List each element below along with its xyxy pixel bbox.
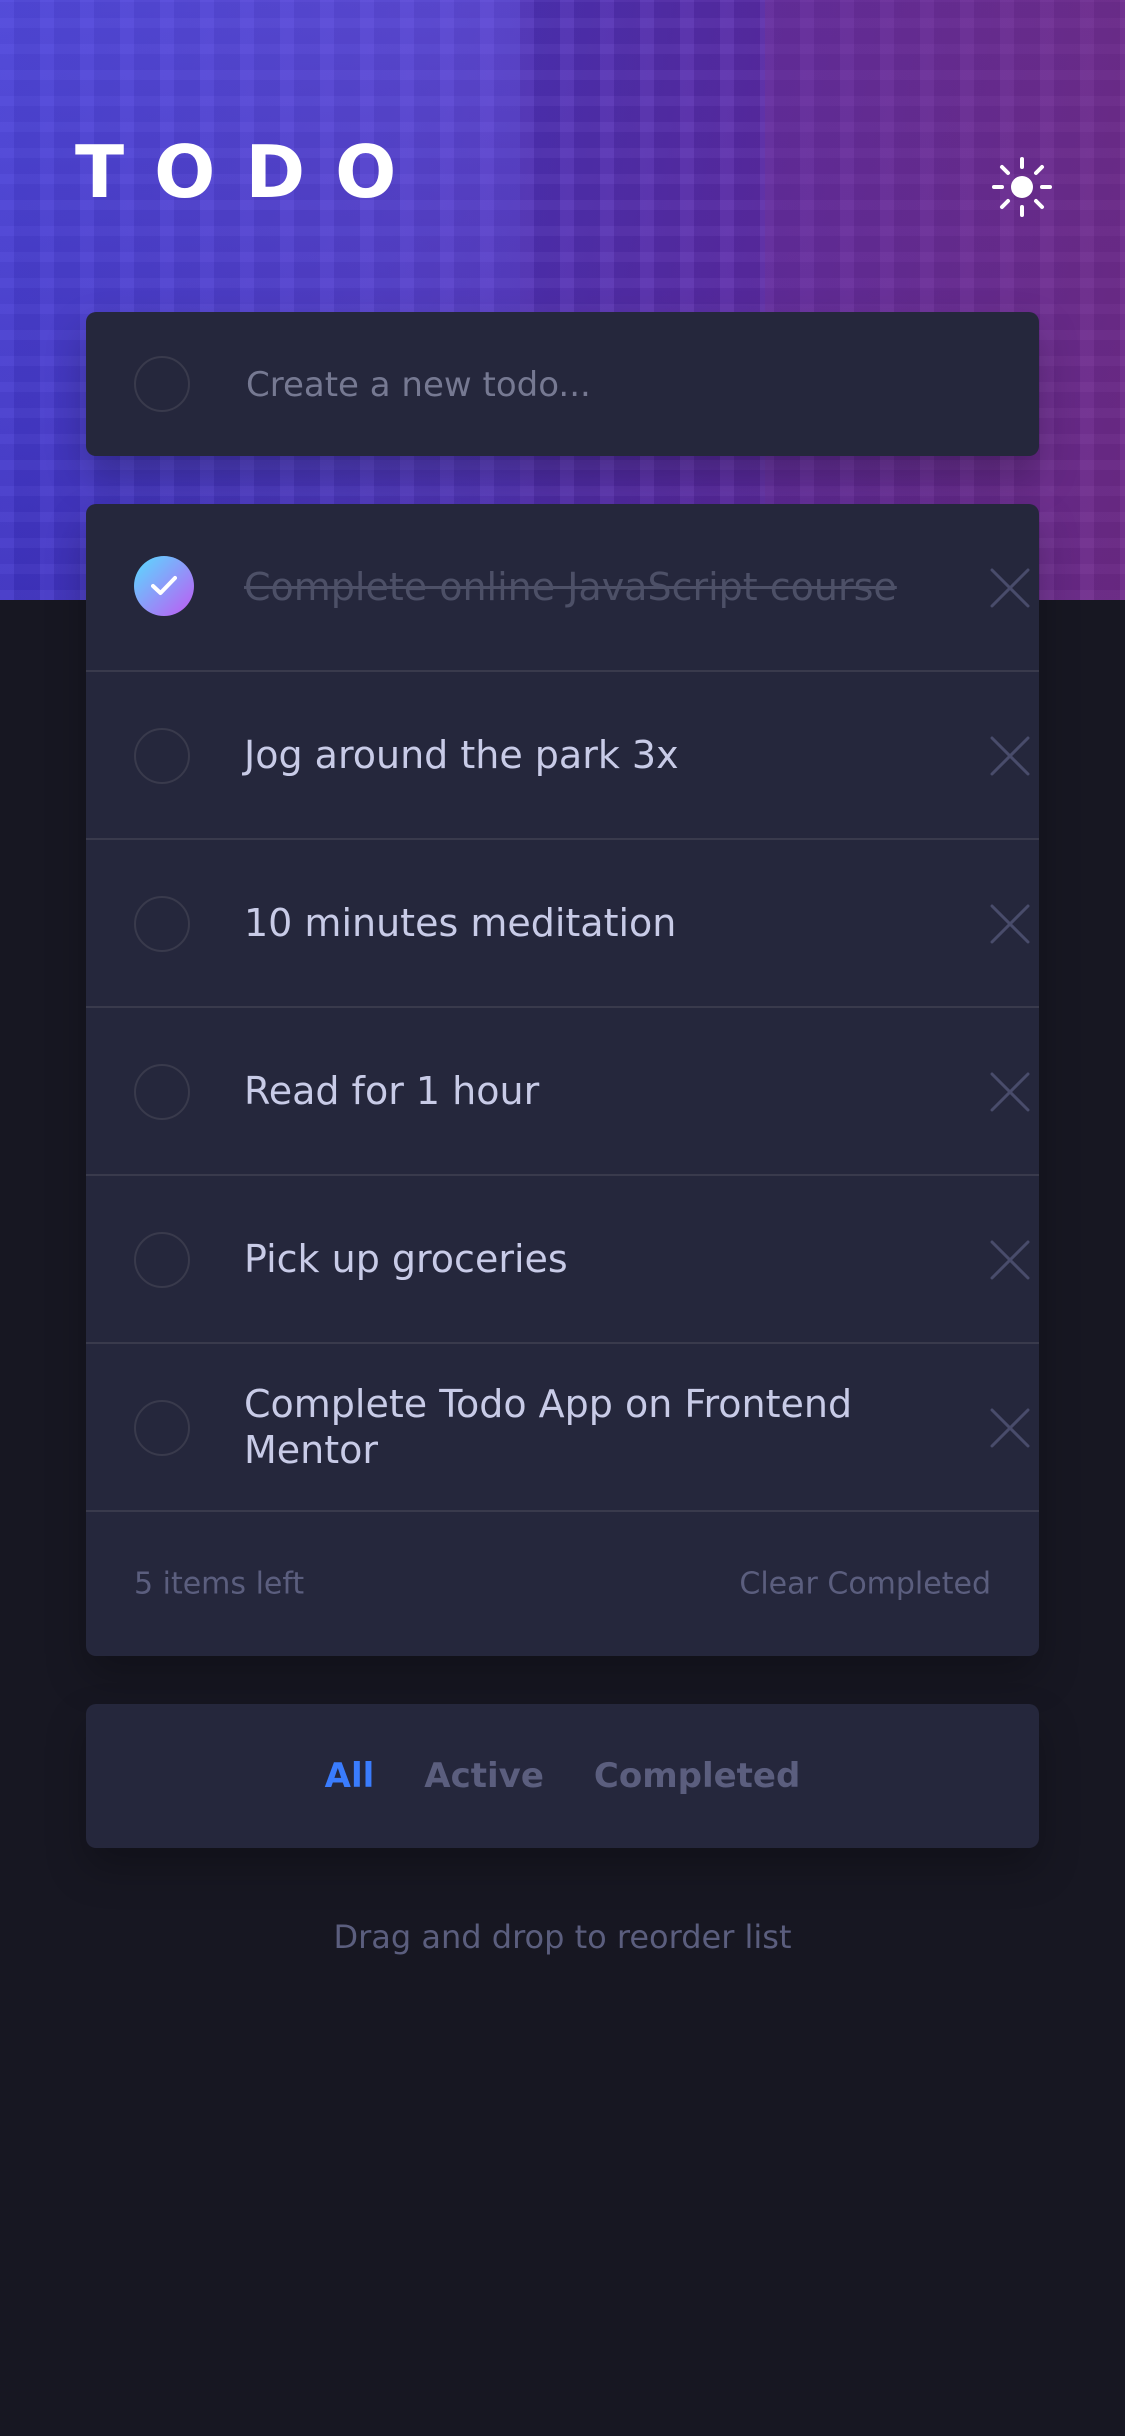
checkbox-checked[interactable]: [134, 556, 194, 616]
todo-item[interactable]: 10 minutes meditation: [86, 840, 1039, 1008]
close-icon[interactable]: [988, 734, 1032, 778]
close-icon[interactable]: [988, 1238, 1032, 1282]
filter-bar: All Active Completed: [86, 1704, 1039, 1848]
checkbox-unchecked[interactable]: [134, 728, 190, 784]
new-todo-circle-icon[interactable]: [134, 356, 190, 412]
close-icon[interactable]: [988, 902, 1032, 946]
todo-item[interactable]: Jog around the park 3x: [86, 672, 1039, 840]
filter-completed[interactable]: Completed: [594, 1756, 800, 1796]
todo-text: Complete Todo App on Frontend Mentor: [244, 1382, 853, 1472]
checkbox-unchecked[interactable]: [134, 896, 190, 952]
items-left-count: 5 items left: [134, 1566, 305, 1602]
new-todo-card: [86, 312, 1039, 456]
close-icon[interactable]: [988, 1070, 1032, 1114]
close-icon[interactable]: [988, 1406, 1032, 1450]
todo-text: Complete online JavaScript course: [244, 565, 897, 609]
filter-active[interactable]: Active: [424, 1756, 544, 1796]
todo-item[interactable]: Read for 1 hour: [86, 1008, 1039, 1176]
todo-item[interactable]: Complete Todo App on Frontend Mentor: [86, 1344, 1039, 1512]
todo-text: Pick up groceries: [244, 1237, 568, 1281]
checkbox-unchecked[interactable]: [134, 1232, 190, 1288]
sun-icon: [992, 157, 1052, 217]
app-title: TODO: [75, 130, 427, 214]
close-icon[interactable]: [988, 566, 1032, 610]
todo-text: 10 minutes meditation: [244, 901, 677, 945]
todo-item[interactable]: Complete online JavaScript course: [86, 504, 1039, 672]
theme-toggle-button[interactable]: [990, 155, 1054, 219]
todo-text: Read for 1 hour: [244, 1069, 540, 1113]
todo-item[interactable]: Pick up groceries: [86, 1176, 1039, 1344]
clear-completed-button[interactable]: Clear Completed: [739, 1567, 991, 1602]
filter-all[interactable]: All: [325, 1756, 375, 1796]
new-todo-input[interactable]: [244, 342, 988, 428]
checkbox-unchecked[interactable]: [134, 1064, 190, 1120]
drag-drop-hint: Drag and drop to reorder list: [333, 1918, 792, 1956]
check-icon: [151, 576, 177, 595]
checkbox-unchecked[interactable]: [134, 1400, 190, 1456]
todo-list: Complete online JavaScript course Jog ar…: [86, 504, 1039, 1656]
list-footer: 5 items left Clear Completed: [86, 1512, 1039, 1656]
todo-text: Jog around the park 3x: [244, 733, 679, 777]
